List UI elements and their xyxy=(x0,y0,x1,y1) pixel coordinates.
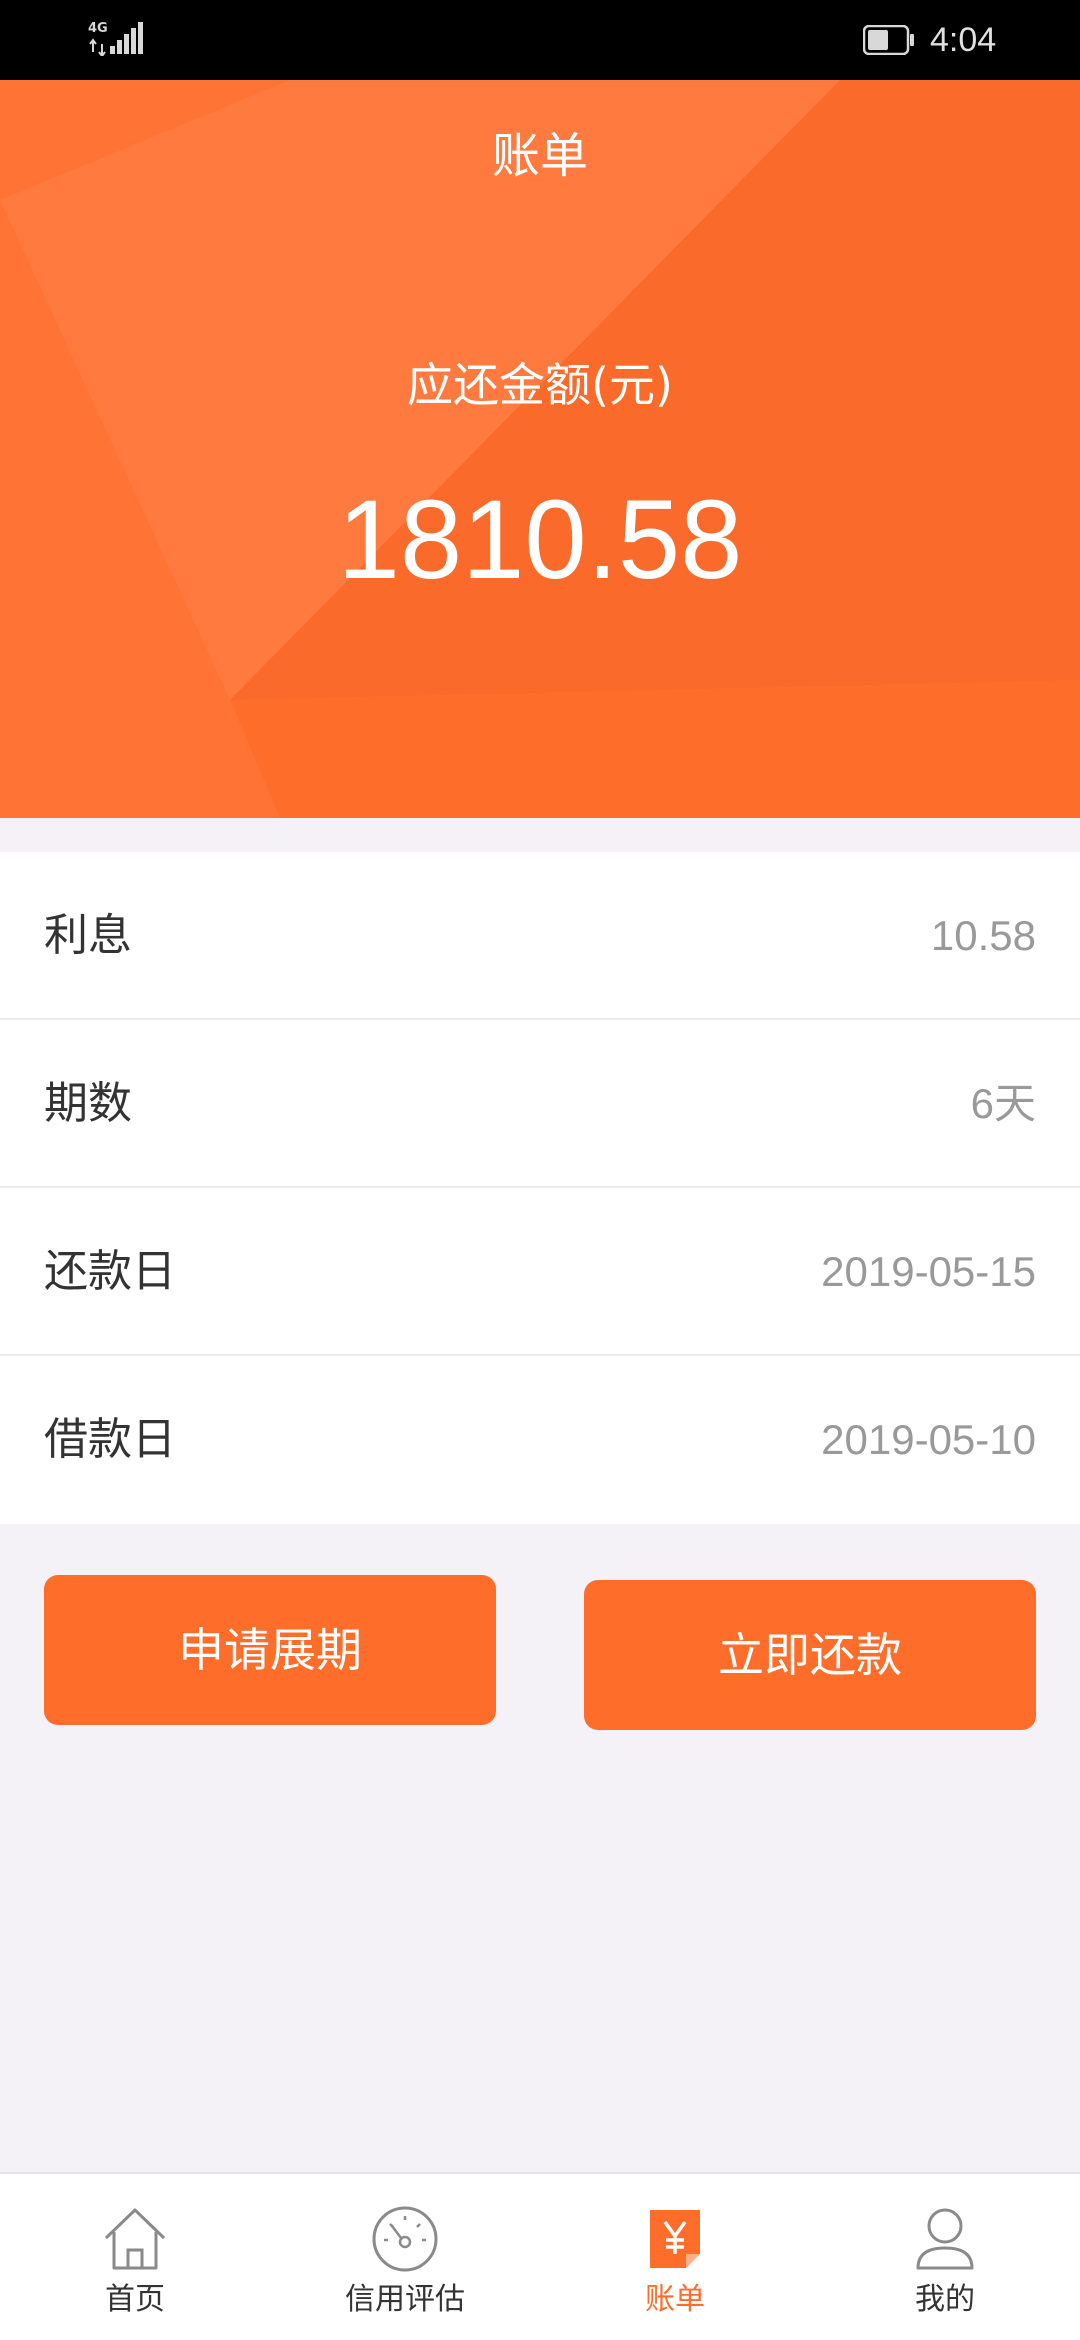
interest-value: 10.58 xyxy=(930,912,1036,959)
gauge-icon xyxy=(372,2206,438,2272)
period-label: 期数 xyxy=(44,1078,132,1129)
amount-due-value: 1810.58 xyxy=(337,477,743,602)
detail-row-period: 期数 6天 xyxy=(0,1020,1080,1188)
detail-row-loan-date: 借款日 2019-05-10 xyxy=(0,1356,1080,1524)
tab-bill-label: 账单 xyxy=(645,2282,705,2317)
detail-row-interest: 利息 10.58 xyxy=(0,852,1080,1020)
tab-mine-label: 我的 xyxy=(915,2282,975,2317)
user-icon xyxy=(916,2208,974,2270)
battery-icon xyxy=(862,24,915,56)
status-time: 4:04 xyxy=(930,21,997,59)
tab-home-label: 首页 xyxy=(105,2282,165,2317)
tab-mine[interactable]: 我的 xyxy=(810,2174,1080,2340)
loan-date-value: 2019-05-10 xyxy=(821,1416,1036,1463)
signal-icon: 4G xyxy=(88,22,144,56)
tab-home[interactable]: 首页 xyxy=(0,2174,270,2340)
status-bar: 4G 4:04 xyxy=(0,0,1080,80)
repay-date-value: 2019-05-15 xyxy=(821,1248,1036,1295)
bottom-tab-bar: 首页 信用评估 账单 我的 xyxy=(0,2172,1080,2340)
tab-credit-assessment[interactable]: 信用评估 xyxy=(270,2174,540,2340)
repay-date-label: 还款日 xyxy=(44,1246,176,1297)
bill-icon xyxy=(650,2210,700,2268)
repay-now-button[interactable]: 立即还款 xyxy=(584,1580,1036,1730)
bill-detail-list: 利息 10.58 期数 6天 还款日 2019-05-15 借款日 2019-0… xyxy=(0,852,1080,1524)
amount-due-label: 应还金额(元) xyxy=(407,358,673,412)
home-icon xyxy=(104,2208,166,2270)
loan-date-label: 借款日 xyxy=(44,1414,176,1465)
interest-label: 利息 xyxy=(44,910,132,961)
bill-header: 账单 应还金额(元) 1810.58 xyxy=(0,80,1080,818)
period-value: 6天 xyxy=(970,1080,1036,1127)
detail-row-repay-date: 还款日 2019-05-15 xyxy=(0,1188,1080,1356)
tab-bill[interactable]: 账单 xyxy=(540,2174,810,2340)
tab-credit-label: 信用评估 xyxy=(345,2282,465,2317)
apply-extension-button[interactable]: 申请展期 xyxy=(44,1575,496,1725)
page-title: 账单 xyxy=(491,128,588,184)
